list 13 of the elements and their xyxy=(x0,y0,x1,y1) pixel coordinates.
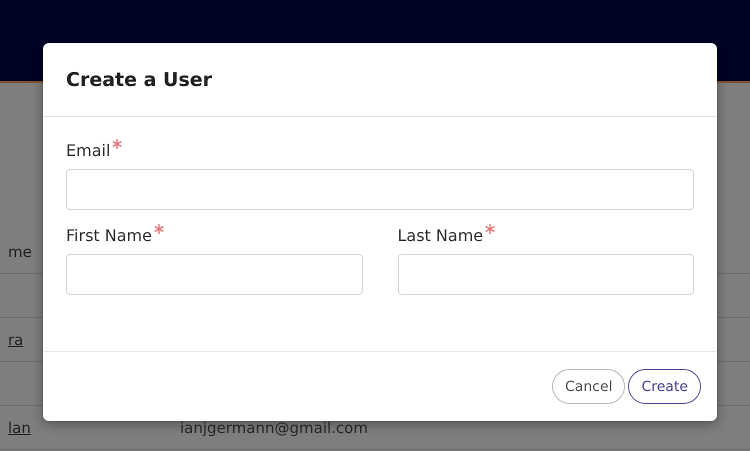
create-button[interactable]: Create xyxy=(628,369,701,404)
field-label: First Name xyxy=(66,226,152,245)
dialog-title: Create a User xyxy=(66,68,212,90)
name-link[interactable]: lan xyxy=(8,418,31,436)
input-field[interactable] xyxy=(398,254,694,295)
input-field[interactable] xyxy=(66,169,694,210)
column-header: me xyxy=(8,242,32,260)
field-label: Email xyxy=(66,141,110,160)
field-label: Last Name xyxy=(398,226,484,245)
input-field[interactable] xyxy=(66,254,362,295)
name-link[interactable]: ra xyxy=(8,330,24,348)
email-text: ianjgermann@gmail.com xyxy=(180,418,368,436)
cancel-button[interactable]: Cancel xyxy=(552,369,626,404)
